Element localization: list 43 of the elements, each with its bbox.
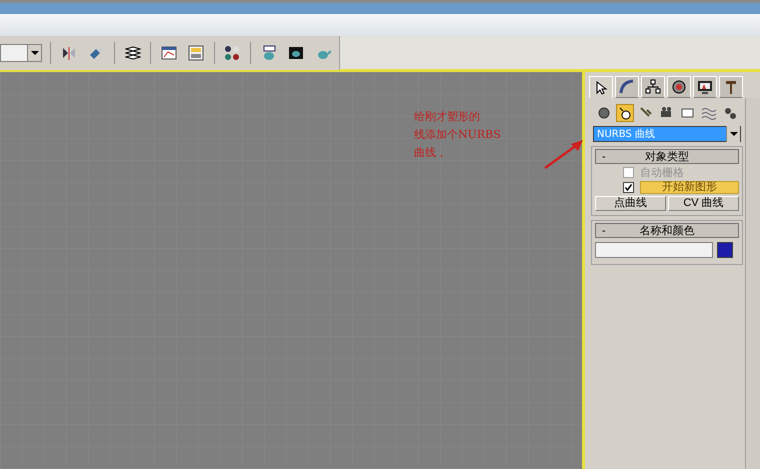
curve-type-button[interactable]: CV 曲线 [668, 196, 739, 211]
panel-scrollbar[interactable] [745, 98, 760, 469]
layers-icon [124, 44, 140, 60]
curve-type-button[interactable]: 点曲线 [595, 196, 666, 211]
category-button[interactable] [616, 104, 634, 122]
panel-tab[interactable] [589, 76, 613, 98]
monitor-icon [697, 79, 713, 95]
mirror-icon [60, 44, 77, 60]
start-new-shape-button[interactable]: 开始新图形 [640, 181, 739, 194]
rollout-header[interactable]: - 名称和颜色 [595, 223, 739, 238]
dropdown-arrow-icon [30, 50, 39, 54]
dropdown-arrow-icon [730, 132, 738, 136]
panel-tab[interactable] [641, 76, 665, 98]
render-frame-icon [288, 44, 304, 60]
annotation-text: 给刚才塑形的 线添加个NURBS 曲线， [414, 109, 501, 161]
dropdown-value: NURBS 曲线 [596, 128, 655, 141]
waves-icon [701, 105, 717, 121]
sphere-icon [596, 105, 612, 121]
panel-tab[interactable] [667, 76, 691, 98]
shape-icon [617, 105, 633, 121]
pointer-arrow [543, 138, 585, 170]
rollout-title: 名称和颜色 [638, 224, 696, 238]
selection-dropdown[interactable] [0, 44, 42, 62]
panel-tab[interactable] [719, 76, 743, 98]
collapse-sign: - [602, 150, 607, 162]
color-swatch[interactable] [717, 242, 733, 258]
rollout-header[interactable]: - 对象类型 [595, 149, 739, 164]
schematic-icon [188, 44, 204, 60]
hammer-icon [723, 79, 739, 95]
name-field[interactable] [595, 242, 713, 258]
panel-tab[interactable] [615, 76, 639, 98]
rollout-title: 对象类型 [644, 150, 690, 164]
check-icon [625, 184, 632, 191]
panel-tab[interactable] [693, 76, 717, 98]
checkbox[interactable] [623, 182, 634, 193]
collapse-sign: - [602, 224, 607, 236]
arc-icon [619, 79, 635, 95]
wheel-icon [671, 79, 687, 95]
render-setup-icon [260, 44, 276, 60]
checkbox-label: 自动栅格 [640, 165, 684, 180]
curve-editor-icon [160, 44, 177, 60]
hierarchy-icon [645, 79, 661, 95]
material-spheres-icon [224, 44, 240, 60]
